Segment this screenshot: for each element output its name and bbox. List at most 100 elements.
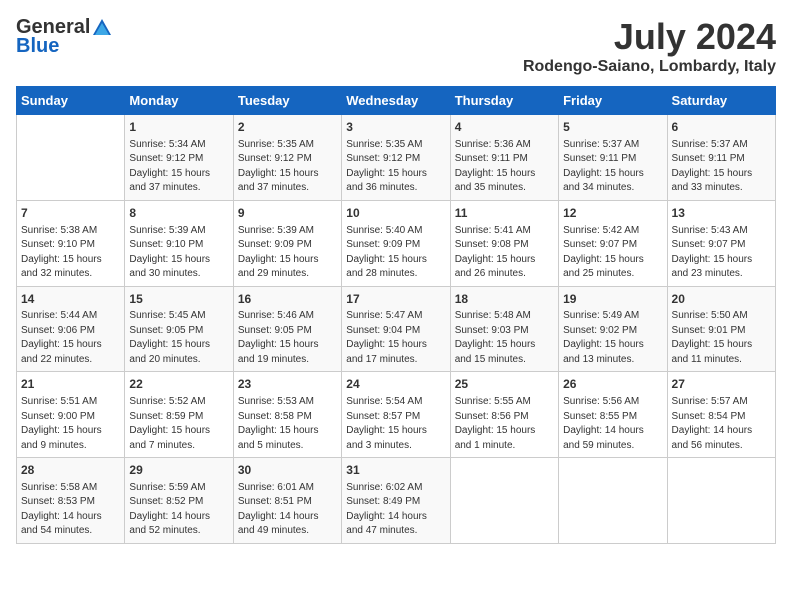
header-wednesday: Wednesday <box>342 87 450 115</box>
day-number: 10 <box>346 205 445 222</box>
day-number: 2 <box>238 119 337 136</box>
cell-content: Sunrise: 5:34 AM Sunset: 9:12 PM Dayligh… <box>129 138 228 196</box>
cell-content: Sunrise: 5:43 AM Sunset: 9:07 PM Dayligh… <box>672 224 771 282</box>
logo: General Blue <box>16 16 114 58</box>
day-number: 24 <box>346 376 445 393</box>
week-row-4: 21 Sunrise: 5:51 AM Sunset: 9:00 PM Dayli… <box>17 372 776 458</box>
calendar-cell: 1 Sunrise: 5:34 AM Sunset: 9:12 PM Daylig… <box>125 115 233 201</box>
day-number: 6 <box>672 119 771 136</box>
calendar-cell: 14Sunrise: 5:44 AM Sunset: 9:06 PM Dayli… <box>17 286 125 372</box>
cell-content: Sunrise: 6:02 AM Sunset: 8:49 PM Dayligh… <box>346 481 445 539</box>
day-number: 7 <box>21 205 120 222</box>
cell-content: Sunrise: 5:57 AM Sunset: 8:54 PM Dayligh… <box>672 395 771 453</box>
calendar-cell: 4 Sunrise: 5:36 AM Sunset: 9:11 PM Daylig… <box>450 115 558 201</box>
day-number: 26 <box>563 376 662 393</box>
title-area: July 2024 Rodengo-Saiano, Lombardy, Ital… <box>523 16 776 76</box>
cell-content: Sunrise: 5:59 AM Sunset: 8:52 PM Dayligh… <box>129 481 228 539</box>
calendar-cell: 9 Sunrise: 5:39 AM Sunset: 9:09 PM Daylig… <box>233 200 341 286</box>
day-number: 5 <box>563 119 662 136</box>
cell-content: Sunrise: 5:39 AM Sunset: 9:09 PM Dayligh… <box>238 224 337 282</box>
cell-content: Sunrise: 5:56 AM Sunset: 8:55 PM Dayligh… <box>563 395 662 453</box>
day-number: 20 <box>672 291 771 308</box>
calendar-cell: 3 Sunrise: 5:35 AM Sunset: 9:12 PM Daylig… <box>342 115 450 201</box>
calendar-cell: 13Sunrise: 5:43 AM Sunset: 9:07 PM Dayli… <box>667 200 775 286</box>
cell-content: Sunrise: 5:35 AM Sunset: 9:12 PM Dayligh… <box>238 138 337 196</box>
logo-blue: Blue <box>16 35 59 58</box>
location: Rodengo-Saiano, Lombardy, Italy <box>523 58 776 76</box>
cell-content: Sunrise: 5:35 AM Sunset: 9:12 PM Dayligh… <box>346 138 445 196</box>
calendar-cell <box>559 458 667 544</box>
cell-content: Sunrise: 5:49 AM Sunset: 9:02 PM Dayligh… <box>563 309 662 367</box>
week-row-3: 14Sunrise: 5:44 AM Sunset: 9:06 PM Dayli… <box>17 286 776 372</box>
cell-content: Sunrise: 5:52 AM Sunset: 8:59 PM Dayligh… <box>129 395 228 453</box>
day-number: 28 <box>21 462 120 479</box>
day-number: 25 <box>455 376 554 393</box>
calendar-cell: 22 Sunrise: 5:52 AM Sunset: 8:59 PM Dayli… <box>125 372 233 458</box>
day-number: 1 <box>129 119 228 136</box>
calendar-cell: 27Sunrise: 5:57 AM Sunset: 8:54 PM Dayli… <box>667 372 775 458</box>
calendar-cell: 31 Sunrise: 6:02 AM Sunset: 8:49 PM Dayli… <box>342 458 450 544</box>
calendar-header-row: SundayMondayTuesdayWednesdayThursdayFrid… <box>17 87 776 115</box>
header-sunday: Sunday <box>17 87 125 115</box>
cell-content: Sunrise: 5:45 AM Sunset: 9:05 PM Dayligh… <box>129 309 228 367</box>
day-number: 31 <box>346 462 445 479</box>
day-number: 3 <box>346 119 445 136</box>
day-number: 23 <box>238 376 337 393</box>
calendar-cell <box>667 458 775 544</box>
day-number: 18 <box>455 291 554 308</box>
cell-content: Sunrise: 5:53 AM Sunset: 8:58 PM Dayligh… <box>238 395 337 453</box>
calendar-cell: 29 Sunrise: 5:59 AM Sunset: 8:52 PM Dayli… <box>125 458 233 544</box>
cell-content: Sunrise: 5:36 AM Sunset: 9:11 PM Dayligh… <box>455 138 554 196</box>
day-number: 11 <box>455 205 554 222</box>
calendar-cell: 2 Sunrise: 5:35 AM Sunset: 9:12 PM Daylig… <box>233 115 341 201</box>
day-number: 12 <box>563 205 662 222</box>
calendar-cell: 6 Sunrise: 5:37 AM Sunset: 9:11 PM Daylig… <box>667 115 775 201</box>
week-row-2: 7 Sunrise: 5:38 AM Sunset: 9:10 PM Daylig… <box>17 200 776 286</box>
cell-content: Sunrise: 5:38 AM Sunset: 9:10 PM Dayligh… <box>21 224 120 282</box>
day-number: 29 <box>129 462 228 479</box>
week-row-5: 28 Sunrise: 5:58 AM Sunset: 8:53 PM Dayli… <box>17 458 776 544</box>
cell-content: Sunrise: 5:47 AM Sunset: 9:04 PM Dayligh… <box>346 309 445 367</box>
cell-content: Sunrise: 5:46 AM Sunset: 9:05 PM Dayligh… <box>238 309 337 367</box>
calendar-cell <box>450 458 558 544</box>
day-number: 14 <box>21 291 120 308</box>
calendar-cell: 28 Sunrise: 5:58 AM Sunset: 8:53 PM Dayli… <box>17 458 125 544</box>
calendar-cell: 12 Sunrise: 5:42 AM Sunset: 9:07 PM Dayli… <box>559 200 667 286</box>
day-number: 16 <box>238 291 337 308</box>
calendar-cell: 11Sunrise: 5:41 AM Sunset: 9:08 PM Dayli… <box>450 200 558 286</box>
day-number: 8 <box>129 205 228 222</box>
calendar-cell: 17Sunrise: 5:47 AM Sunset: 9:04 PM Dayli… <box>342 286 450 372</box>
cell-content: Sunrise: 5:37 AM Sunset: 9:11 PM Dayligh… <box>672 138 771 196</box>
calendar-cell <box>17 115 125 201</box>
logo-icon <box>91 17 113 39</box>
cell-content: Sunrise: 5:51 AM Sunset: 9:00 PM Dayligh… <box>21 395 120 453</box>
day-number: 19 <box>563 291 662 308</box>
header-tuesday: Tuesday <box>233 87 341 115</box>
calendar-cell: 23 Sunrise: 5:53 AM Sunset: 8:58 PM Dayli… <box>233 372 341 458</box>
header-monday: Monday <box>125 87 233 115</box>
calendar-table: SundayMondayTuesdayWednesdayThursdayFrid… <box>16 86 776 544</box>
cell-content: Sunrise: 5:37 AM Sunset: 9:11 PM Dayligh… <box>563 138 662 196</box>
header-thursday: Thursday <box>450 87 558 115</box>
calendar-cell: 15Sunrise: 5:45 AM Sunset: 9:05 PM Dayli… <box>125 286 233 372</box>
calendar-cell: 25 Sunrise: 5:55 AM Sunset: 8:56 PM Dayli… <box>450 372 558 458</box>
day-number: 9 <box>238 205 337 222</box>
header-friday: Friday <box>559 87 667 115</box>
week-row-1: 1 Sunrise: 5:34 AM Sunset: 9:12 PM Daylig… <box>17 115 776 201</box>
calendar-cell: 30Sunrise: 6:01 AM Sunset: 8:51 PM Dayli… <box>233 458 341 544</box>
cell-content: Sunrise: 5:39 AM Sunset: 9:10 PM Dayligh… <box>129 224 228 282</box>
calendar-cell: 26 Sunrise: 5:56 AM Sunset: 8:55 PM Dayli… <box>559 372 667 458</box>
cell-content: Sunrise: 5:54 AM Sunset: 8:57 PM Dayligh… <box>346 395 445 453</box>
calendar-cell: 19Sunrise: 5:49 AM Sunset: 9:02 PM Dayli… <box>559 286 667 372</box>
day-number: 4 <box>455 119 554 136</box>
header-saturday: Saturday <box>667 87 775 115</box>
day-number: 21 <box>21 376 120 393</box>
calendar-cell: 10Sunrise: 5:40 AM Sunset: 9:09 PM Dayli… <box>342 200 450 286</box>
cell-content: Sunrise: 5:55 AM Sunset: 8:56 PM Dayligh… <box>455 395 554 453</box>
calendar-cell: 24 Sunrise: 5:54 AM Sunset: 8:57 PM Dayli… <box>342 372 450 458</box>
day-number: 22 <box>129 376 228 393</box>
cell-content: Sunrise: 5:42 AM Sunset: 9:07 PM Dayligh… <box>563 224 662 282</box>
cell-content: Sunrise: 5:58 AM Sunset: 8:53 PM Dayligh… <box>21 481 120 539</box>
cell-content: Sunrise: 5:50 AM Sunset: 9:01 PM Dayligh… <box>672 309 771 367</box>
calendar-cell: 20Sunrise: 5:50 AM Sunset: 9:01 PM Dayli… <box>667 286 775 372</box>
